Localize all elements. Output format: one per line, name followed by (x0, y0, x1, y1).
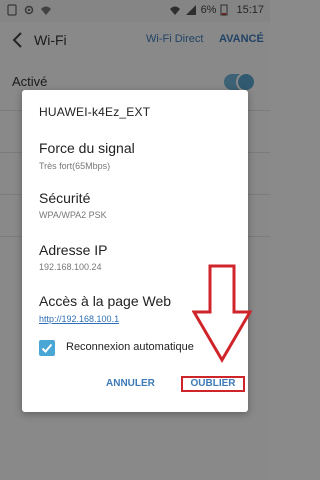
web-page-access-label: Accès à la page Web (39, 293, 172, 309)
ip-address-value: 192.168.100.24 (39, 262, 102, 272)
cancel-button[interactable]: ANNULER (106, 378, 155, 389)
auto-reconnect-checkbox[interactable] (39, 340, 55, 356)
router-page-link[interactable]: http://192.168.100.1 (39, 314, 119, 324)
auto-reconnect-label: Reconnexion automatique (66, 341, 194, 353)
security-label: Sécurité (39, 190, 91, 206)
ip-address-label: Adresse IP (39, 242, 108, 258)
security-value: WPA/WPA2 PSK (39, 210, 107, 220)
annotation-arrow-icon (192, 264, 252, 363)
check-icon (41, 343, 53, 353)
network-name: HUAWEI-k4Ez_EXT (39, 105, 151, 119)
forget-network-button[interactable]: OUBLIER (181, 376, 245, 392)
signal-strength-value: Très fort(65Mbps) (39, 161, 111, 171)
signal-strength-label: Force du signal (39, 140, 135, 156)
